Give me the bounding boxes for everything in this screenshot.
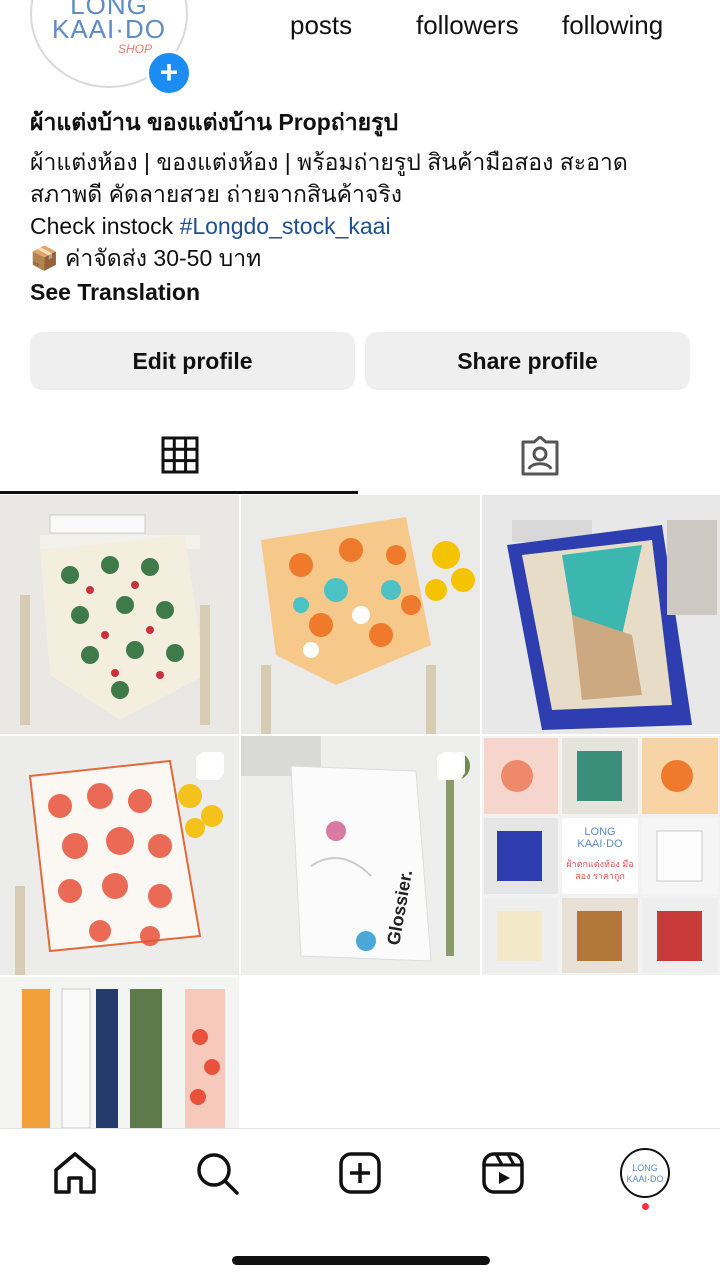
- post-image-holly-scarf: [0, 495, 239, 734]
- bio-shipping-line: 📦 ค่าจัดส่ง 30-50 บาท: [30, 242, 690, 274]
- bio-line-1: ผ้าแต่งห้อง | ของแต่งห้อง | พร้อมถ่ายรูป…: [30, 149, 628, 175]
- tab-posts-grid[interactable]: [0, 418, 360, 494]
- avatar-logo-shop: SHOP: [117, 42, 152, 56]
- collage-logo-line2: KAAI·DO: [577, 838, 623, 850]
- bio-text: ผ้าแต่งห้อง | ของแต่งห้อง | พร้อมถ่ายรูป…: [30, 146, 690, 210]
- posts-label: posts: [290, 10, 353, 40]
- search-icon: [197, 1153, 239, 1195]
- package-icon: 📦: [30, 245, 59, 271]
- edit-profile-button[interactable]: Edit profile: [30, 332, 355, 390]
- nav-search[interactable]: [192, 1148, 242, 1198]
- nav-home[interactable]: [50, 1148, 100, 1198]
- tagged-person-icon: [521, 436, 559, 476]
- post-tile[interactable]: [241, 495, 480, 734]
- collage-logo-line1: LONG: [584, 826, 616, 838]
- plus-icon: +: [159, 54, 179, 90]
- home-indicator: [232, 1256, 490, 1265]
- check-instock-text: Check instock: [30, 213, 180, 239]
- post-tile[interactable]: [0, 736, 239, 975]
- stat-following[interactable]: following: [562, 0, 672, 46]
- carousel-icon: [437, 754, 463, 780]
- nav-profile-avatar[interactable]: LONG KAAI·DO: [620, 1148, 670, 1198]
- post-image-collage: [482, 736, 720, 975]
- shipping-text: ค่าจัดส่ง 30-50 บาท: [65, 245, 262, 271]
- collage-logo: LONG KAAI·DO: [562, 826, 638, 850]
- stat-followers[interactable]: followers: [416, 0, 526, 46]
- post-tile[interactable]: Glossier.: [241, 736, 480, 975]
- post-tile[interactable]: LONG KAAI·DO ผ้าตกแต่งห้อง มือสอง ราคาถู…: [482, 736, 720, 975]
- post-tile[interactable]: [0, 495, 239, 734]
- avatar-logo-line2: KAAI·DO: [52, 14, 166, 44]
- collage-caption: ผ้าตกแต่งห้อง มือสอง ราคาถูก: [566, 859, 634, 881]
- share-profile-button[interactable]: Share profile: [365, 332, 690, 390]
- post-image-hanging-scarves: [0, 977, 239, 1128]
- post-image-orange-floral-scarf: [241, 495, 480, 734]
- create-icon: [339, 1152, 381, 1194]
- notification-dot: [642, 1203, 649, 1210]
- nav-reels[interactable]: [478, 1148, 528, 1198]
- bio-check-line: Check instock #Longdo_stock_kaai: [30, 210, 690, 242]
- see-translation-link[interactable]: See Translation: [30, 276, 690, 308]
- carousel-icon: [196, 754, 222, 780]
- stat-posts[interactable]: posts: [290, 0, 380, 46]
- nav-avatar-line1: LONG: [632, 1163, 658, 1173]
- nav-create[interactable]: [335, 1148, 385, 1198]
- tab-tagged[interactable]: [360, 418, 720, 494]
- active-tab-indicator: [0, 491, 358, 494]
- post-tile[interactable]: [482, 495, 720, 734]
- nav-avatar-line2: KAAI·DO: [626, 1174, 664, 1184]
- profile-name: ผ้าแต่งบ้าน ของแต่งบ้าน Propถ่ายรูป: [30, 109, 399, 135]
- home-icon: [54, 1152, 96, 1194]
- hashtag-link[interactable]: #Longdo_stock_kaai: [180, 213, 391, 239]
- add-story-button[interactable]: +: [146, 50, 192, 96]
- following-label: following: [562, 10, 664, 40]
- followers-label: followers: [416, 10, 519, 40]
- grid-icon: [161, 436, 199, 474]
- bio-line-2: สภาพดี คัดลายสวย ถ่ายจากสินค้าจริง: [30, 181, 402, 207]
- post-tile[interactable]: [0, 977, 239, 1128]
- reels-icon: [482, 1152, 524, 1194]
- post-image-blue-abstract-scarf: [482, 495, 720, 734]
